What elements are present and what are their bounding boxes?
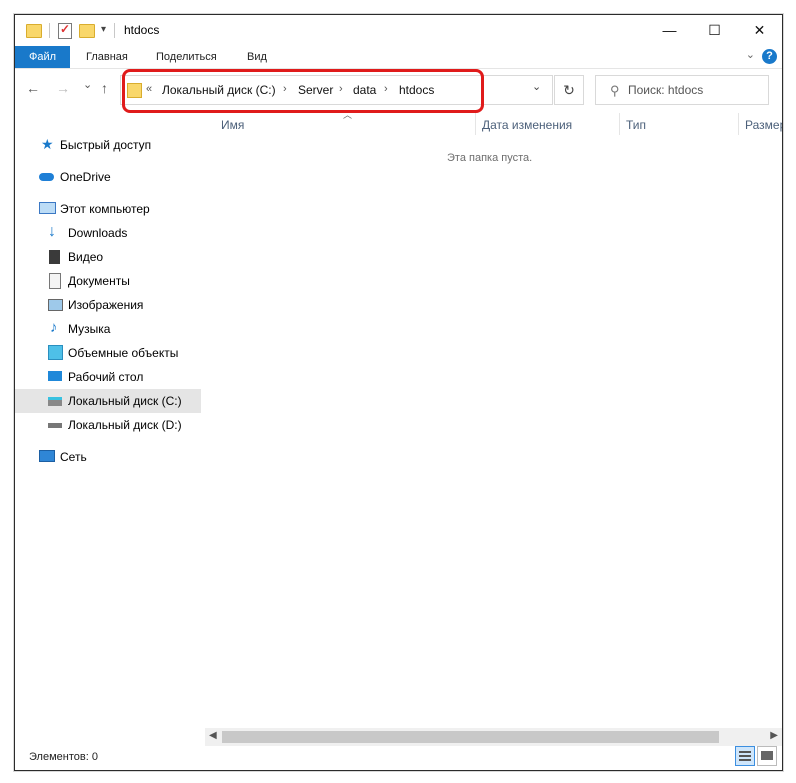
sidebar-item-label: Быстрый доступ: [60, 138, 152, 152]
sidebar-item-3d-objects[interactable]: Объемные объекты: [15, 341, 201, 365]
sidebar-item-label: Этот компьютер: [60, 202, 150, 216]
column-divider[interactable]: [475, 113, 476, 135]
sidebar-item-label: Локальный диск (D:): [68, 418, 182, 432]
ribbon-tabs: Файл Главная Поделиться Вид ⌄ ?: [15, 46, 782, 69]
column-divider[interactable]: [619, 113, 620, 135]
sidebar-item-pictures[interactable]: Изображения: [15, 293, 201, 317]
explorer-window: ▾ htdocs — ☐ ✕ Файл Главная Поделиться В…: [14, 14, 783, 771]
minimize-icon: —: [662, 22, 677, 38]
address-dropdown-icon[interactable]: ⌄: [532, 80, 541, 93]
search-placeholder: Поиск: htdocs: [628, 83, 704, 97]
tab-file[interactable]: Файл: [15, 46, 70, 68]
address-bar-highlight: [122, 69, 484, 113]
close-icon: ✕: [753, 22, 766, 38]
image-icon: [48, 299, 63, 311]
star-icon: ★: [41, 136, 54, 152]
sidebar-item-documents[interactable]: Документы: [15, 269, 201, 293]
sidebar-item-music[interactable]: ♪ Музыка: [15, 317, 201, 341]
sidebar-item-quick-access[interactable]: ★ Быстрый доступ: [15, 133, 201, 157]
scroll-left-icon[interactable]: ◀: [209, 730, 217, 741]
sidebar-item-video[interactable]: Видео: [15, 245, 201, 269]
music-icon: ♪: [50, 319, 58, 336]
maximize-button[interactable]: ☐: [692, 15, 737, 46]
folder-icon: [25, 22, 42, 39]
video-icon: [49, 250, 60, 264]
title-divider: [114, 23, 115, 38]
sidebar-item-label: Музыка: [68, 322, 111, 336]
close-button[interactable]: ✕: [737, 15, 782, 46]
details-view-icon: [739, 751, 751, 753]
sidebar-item-label: Downloads: [68, 226, 128, 240]
sidebar-item-label: Рабочий стол: [68, 370, 144, 384]
navigation-pane: ★ Быстрый доступ OneDrive Этот компьютер…: [15, 121, 215, 741]
sidebar-item-label: Локальный диск (C:): [68, 394, 182, 408]
network-icon: [39, 450, 55, 462]
tab-home[interactable]: Главная: [86, 46, 128, 68]
column-header-date[interactable]: Дата изменения: [482, 118, 572, 132]
column-header-size[interactable]: Размер: [745, 118, 782, 132]
sidebar-item-network[interactable]: Сеть: [15, 445, 201, 469]
back-button[interactable]: ←: [26, 80, 40, 96]
forward-button[interactable]: →: [56, 80, 70, 96]
large-icons-view-button[interactable]: [757, 746, 777, 766]
help-icon[interactable]: ?: [762, 49, 777, 64]
up-button[interactable]: ↑: [101, 80, 108, 96]
sidebar-item-drive-d[interactable]: Локальный диск (D:): [15, 413, 201, 437]
details-view-button[interactable]: [735, 746, 755, 766]
column-header-type[interactable]: Тип: [626, 118, 646, 132]
refresh-button[interactable]: ↻: [554, 75, 584, 105]
sidebar-item-downloads[interactable]: ↓ Downloads: [15, 221, 201, 245]
title-bar: ▾ htdocs — ☐ ✕: [15, 15, 782, 46]
sidebar-item-label: OneDrive: [60, 170, 111, 184]
large-icons-view-icon: [761, 751, 773, 760]
horizontal-scrollbar[interactable]: ◀ ▶: [205, 728, 782, 746]
cube-icon: [48, 345, 63, 360]
sort-ascending-icon: ︿: [343, 110, 353, 120]
empty-folder-message: Эта папка пуста.: [447, 152, 533, 164]
scrollbar-thumb[interactable]: [222, 731, 719, 743]
tab-share[interactable]: Поделиться: [156, 46, 217, 68]
new-folder-icon[interactable]: [78, 22, 95, 39]
toolbar-divider: [49, 23, 50, 38]
properties-icon[interactable]: [57, 22, 72, 39]
sidebar-item-this-pc[interactable]: Этот компьютер: [15, 197, 201, 221]
download-icon: ↓: [48, 223, 56, 240]
tab-view[interactable]: Вид: [247, 46, 267, 68]
document-icon: [49, 273, 61, 289]
sidebar-item-label: Объемные объекты: [68, 346, 179, 360]
column-header-name[interactable]: Имя: [221, 118, 244, 132]
status-item-count: Элементов: 0: [29, 751, 98, 763]
drive-c-icon: [48, 397, 62, 406]
expand-ribbon-icon[interactable]: ⌄: [746, 48, 755, 61]
sidebar-item-drive-c[interactable]: Локальный диск (C:): [15, 389, 201, 413]
scroll-right-icon[interactable]: ▶: [770, 730, 778, 741]
sidebar-item-label: Документы: [68, 274, 130, 288]
column-divider[interactable]: [738, 113, 739, 135]
minimize-button[interactable]: —: [647, 15, 692, 46]
drive-d-icon: [48, 423, 62, 428]
sidebar-item-onedrive[interactable]: OneDrive: [15, 165, 201, 189]
window-title: htdocs: [124, 23, 160, 37]
sidebar-item-label: Изображения: [68, 298, 144, 312]
sidebar-item-desktop[interactable]: Рабочий стол: [15, 365, 201, 389]
refresh-icon: ↻: [563, 82, 575, 98]
computer-icon: [39, 202, 56, 214]
recent-locations-icon[interactable]: ⌄: [83, 78, 92, 91]
cloud-icon: [39, 173, 54, 181]
sidebar-item-label: Сеть: [60, 450, 87, 464]
desktop-icon: [48, 371, 62, 381]
maximize-icon: ☐: [708, 22, 721, 38]
customize-quick-access-icon[interactable]: ▾: [101, 24, 106, 35]
search-input[interactable]: ⚲ Поиск: htdocs: [595, 75, 769, 105]
search-icon: ⚲: [610, 83, 620, 98]
sidebar-item-label: Видео: [68, 250, 104, 264]
